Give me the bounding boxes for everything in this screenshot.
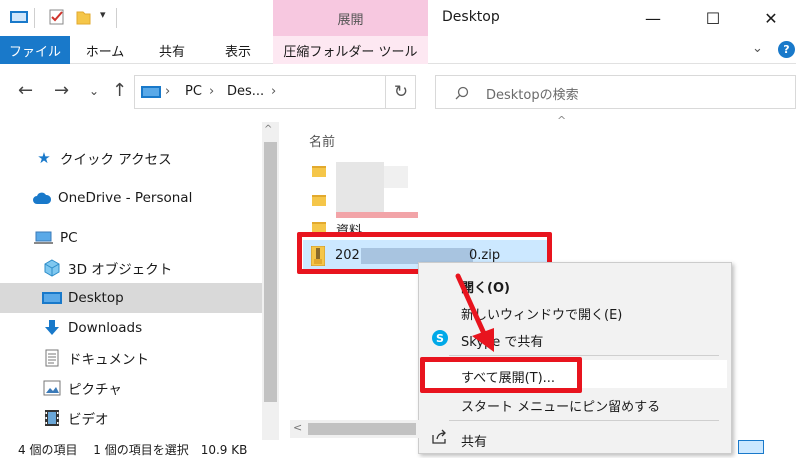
- nav-item-label: ピクチャ: [68, 382, 122, 398]
- quick-access-separator: [34, 8, 35, 28]
- properties-icon[interactable]: [48, 9, 66, 25]
- red-highlight-box: [420, 357, 582, 393]
- nav-pane-scrollbar[interactable]: ^: [262, 122, 279, 440]
- document-icon: [42, 349, 62, 367]
- refresh-button[interactable]: ↻: [385, 75, 416, 109]
- star-icon: ★: [37, 149, 51, 167]
- forward-button[interactable]: →: [54, 80, 69, 101]
- explorer-window-icon: [10, 11, 28, 23]
- maximize-icon: ☐: [705, 8, 721, 28]
- nav-item-label: ドキュメント: [68, 352, 149, 368]
- cube-icon: [42, 259, 62, 277]
- expand-ribbon-icon[interactable]: ⌄: [752, 41, 763, 56]
- nav-item-label: クイック アクセス: [60, 152, 172, 168]
- skype-icon: S: [432, 330, 448, 346]
- blurred-filename: [384, 166, 408, 188]
- minimize-icon: —: [645, 8, 661, 28]
- nav-item-downloads[interactable]: Downloads: [0, 313, 262, 343]
- nav-item-pictures[interactable]: ピクチャ: [0, 373, 262, 403]
- breadcrumb-pc[interactable]: PC: [185, 84, 202, 99]
- breadcrumb-separator-3: ›: [271, 84, 277, 99]
- menu-item-pin-to-start[interactable]: スタート メニューにピン留めする: [461, 396, 660, 415]
- folder-icon: [312, 195, 326, 206]
- nav-item-quick-access[interactable]: ★ クイック アクセス: [0, 143, 262, 173]
- horizontal-scroll-thumb[interactable]: [308, 423, 416, 435]
- nav-item-videos[interactable]: ビデオ: [0, 403, 262, 433]
- search-input[interactable]: Desktopの検索: [435, 75, 796, 109]
- sort-ascending-icon: ^: [557, 114, 567, 127]
- blurred-filename: [336, 162, 384, 190]
- nav-item-documents[interactable]: ドキュメント: [0, 343, 262, 373]
- window-title: Desktop: [442, 9, 500, 25]
- minimize-button[interactable]: —: [628, 0, 678, 36]
- content-horizontal-scrollbar[interactable]: <: [290, 420, 420, 438]
- nav-item-3d-objects[interactable]: 3D オブジェクト: [0, 253, 262, 283]
- customize-quick-access-icon[interactable]: ▾: [100, 8, 106, 21]
- folder-icon: [312, 166, 326, 177]
- maximize-button[interactable]: ☐: [688, 0, 738, 36]
- nav-item-label: 3D オブジェクト: [68, 262, 173, 278]
- menu-item-share[interactable]: 共有: [461, 431, 487, 450]
- pictures-icon: [42, 379, 62, 397]
- nav-item-desktop[interactable]: Desktop: [0, 283, 262, 313]
- nav-item-label: Downloads: [68, 320, 143, 336]
- nav-pane-scroll-thumb[interactable]: [264, 142, 277, 402]
- breadcrumb-desktop[interactable]: Des...: [227, 84, 264, 99]
- recent-locations-button[interactable]: ⌄: [89, 84, 99, 98]
- video-icon: [42, 409, 62, 427]
- file-name-fragment: 資料: [336, 224, 363, 232]
- large-icons-view-icon[interactable]: [770, 440, 792, 454]
- blurred-filename: [336, 190, 384, 214]
- scroll-left-icon[interactable]: <: [293, 421, 302, 434]
- nav-item-label: ビデオ: [68, 412, 109, 428]
- refresh-icon: ↻: [393, 82, 409, 102]
- navigation-pane: ★ クイック アクセス OneDrive - Personal PC 3D オブ…: [0, 122, 262, 440]
- contextual-tab-header: 展開: [273, 0, 428, 36]
- share-icon: [432, 429, 446, 444]
- ribbon-tabs: ファイル ホーム 共有 表示 圧縮フォルダー ツール: [0, 36, 796, 64]
- nav-item-pc[interactable]: PC: [0, 223, 262, 253]
- desktop-location-icon: [141, 86, 161, 98]
- search-placeholder: Desktopの検索: [486, 88, 579, 103]
- download-icon: [42, 319, 62, 337]
- nav-item-onedrive[interactable]: OneDrive - Personal: [0, 183, 262, 213]
- quick-access-separator-2: [116, 8, 117, 28]
- tab-home[interactable]: ホーム: [76, 36, 134, 64]
- scroll-up-icon[interactable]: ^: [264, 124, 272, 135]
- column-header-name[interactable]: 名前: [309, 131, 335, 150]
- svg-text:S: S: [436, 332, 444, 345]
- red-arrow-annotation: [455, 273, 494, 352]
- nav-item-label: Desktop: [68, 290, 124, 306]
- details-view-icon[interactable]: [738, 440, 764, 454]
- cloud-icon: [32, 189, 52, 207]
- blurred-filename: [336, 212, 418, 218]
- tab-compressed-folder-tools[interactable]: 圧縮フォルダー ツール: [273, 36, 428, 64]
- tab-file[interactable]: ファイル: [0, 36, 70, 64]
- nav-item-label: OneDrive - Personal: [58, 190, 193, 206]
- address-bar[interactable]: › PC › Des... ›: [134, 75, 416, 109]
- up-button[interactable]: ↑: [112, 80, 127, 101]
- close-icon: ✕: [764, 8, 778, 28]
- status-bar-text: 4 個の項目 1 個の項目を選択 10.9 KB: [18, 443, 248, 457]
- back-button[interactable]: ←: [18, 80, 33, 101]
- new-folder-icon[interactable]: [74, 9, 92, 25]
- desktop-icon: [42, 289, 62, 307]
- nav-item-label: PC: [60, 230, 78, 246]
- computer-icon: [34, 229, 54, 247]
- help-icon[interactable]: ?: [778, 41, 795, 58]
- menu-separator: [449, 420, 719, 421]
- tab-share[interactable]: 共有: [142, 36, 202, 64]
- tab-view[interactable]: 表示: [208, 36, 268, 64]
- breadcrumb-separator: ›: [165, 84, 171, 99]
- close-button[interactable]: ✕: [746, 0, 796, 36]
- breadcrumb-separator-2: ›: [209, 84, 215, 99]
- search-icon: [455, 86, 469, 100]
- title-bar: ▾ 展開 Desktop — ☐ ✕: [0, 0, 796, 36]
